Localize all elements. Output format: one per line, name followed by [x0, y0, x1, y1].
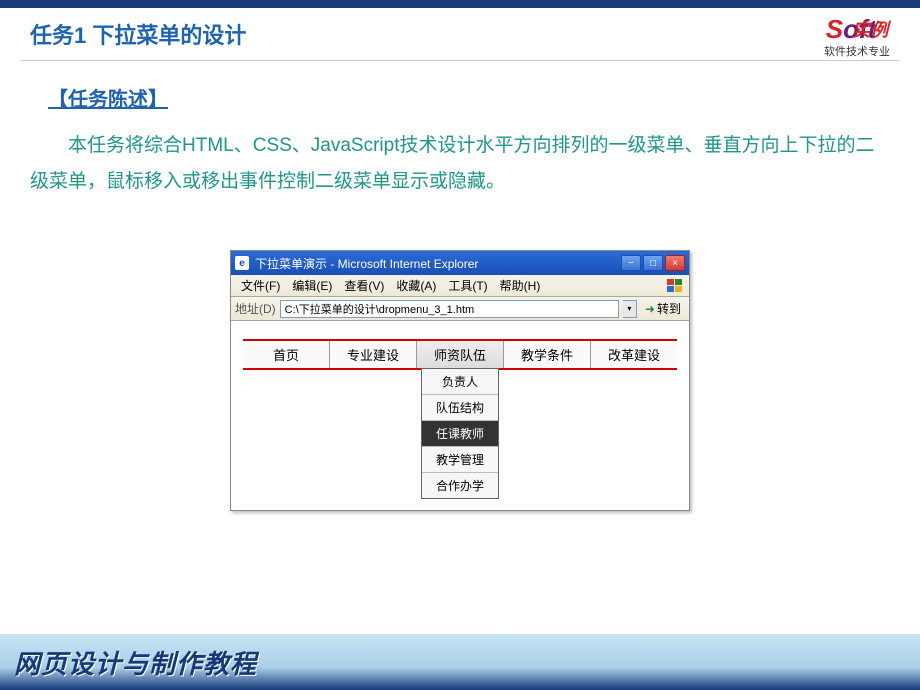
slide-top-border: [0, 0, 920, 8]
dropdown-main-menu: 首页 专业建设 师资队伍 负责人 队伍结构 任课教师 教学管理 合作办学 教学条…: [243, 339, 677, 370]
menu-item-faculty[interactable]: 师资队伍 负责人 队伍结构 任课教师 教学管理 合作办学: [417, 341, 504, 368]
maximize-button[interactable]: □: [643, 255, 663, 271]
logo-subtitle: 软件技术专业: [824, 43, 890, 59]
faculty-submenu: 负责人 队伍结构 任课教师 教学管理 合作办学: [421, 368, 499, 499]
address-value: C:\下拉菜单的设计\dropmenu_3_1.htm: [285, 301, 475, 317]
menu-fav[interactable]: 收藏(A): [390, 277, 442, 294]
go-arrow-icon: ➜: [645, 302, 655, 316]
go-label: 转到: [657, 300, 681, 317]
submenu-item-teachers[interactable]: 任课教师: [422, 421, 498, 447]
go-button[interactable]: ➜ 转到: [641, 300, 685, 317]
menu-item-faculty-label: 师资队伍: [434, 348, 486, 363]
ie-window-title: 下拉菜单演示 - Microsoft Internet Explorer: [255, 255, 621, 272]
menu-help[interactable]: 帮助(H): [494, 277, 547, 294]
ie-window: e 下拉菜单演示 - Microsoft Internet Explorer −…: [230, 250, 690, 511]
window-controls: − □ ×: [621, 255, 685, 271]
ie-address-bar: 地址(D) C:\下拉菜单的设计\dropmenu_3_1.htm ▾ ➜ 转到: [231, 297, 689, 321]
ie-page-icon: e: [235, 256, 249, 270]
menu-item-teaching[interactable]: 教学条件: [504, 341, 591, 368]
menu-file[interactable]: 文件(F): [235, 277, 286, 294]
submenu-item-leader[interactable]: 负责人: [422, 369, 498, 395]
menu-tools[interactable]: 工具(T): [442, 277, 493, 294]
task-description: 本任务将综合HTML、CSS、JavaScript技术设计水平方向排列的一级菜单…: [30, 128, 890, 200]
minimize-button[interactable]: −: [621, 255, 641, 271]
address-input[interactable]: C:\下拉菜单的设计\dropmenu_3_1.htm: [280, 300, 619, 318]
ie-titlebar[interactable]: e 下拉菜单演示 - Microsoft Internet Explorer −…: [231, 251, 689, 275]
header-area: 任务1 下拉菜单的设计 Soft实例 软件技术专业: [0, 8, 920, 50]
ie-page-content: 首页 专业建设 师资队伍 负责人 队伍结构 任课教师 教学管理 合作办学 教学条…: [231, 321, 689, 510]
menu-view[interactable]: 查看(V): [338, 277, 390, 294]
footer-band: 网页设计与制作教程: [0, 634, 920, 690]
menu-item-major[interactable]: 专业建设: [330, 341, 417, 368]
address-label: 地址(D): [235, 300, 276, 317]
submenu-item-cooperation[interactable]: 合作办学: [422, 473, 498, 498]
section-heading: 【任务陈述】: [48, 83, 920, 112]
close-button[interactable]: ×: [665, 255, 685, 271]
windows-flag-icon: [665, 278, 685, 294]
page-title: 任务1 下拉菜单的设计: [30, 18, 890, 50]
header-divider: [20, 60, 900, 61]
menu-edit[interactable]: 编辑(E): [286, 277, 338, 294]
footer-title: 网页设计与制作教程: [14, 644, 257, 681]
logo-text: Soft实例: [824, 14, 890, 45]
submenu-item-structure[interactable]: 队伍结构: [422, 395, 498, 421]
menu-item-reform[interactable]: 改革建设: [591, 341, 677, 368]
ie-menubar: 文件(F) 编辑(E) 查看(V) 收藏(A) 工具(T) 帮助(H): [231, 275, 689, 297]
software-logo: Soft实例 软件技术专业: [824, 14, 890, 59]
menu-item-home[interactable]: 首页: [243, 341, 330, 368]
address-dropdown-icon[interactable]: ▾: [623, 300, 637, 318]
submenu-item-management[interactable]: 教学管理: [422, 447, 498, 473]
